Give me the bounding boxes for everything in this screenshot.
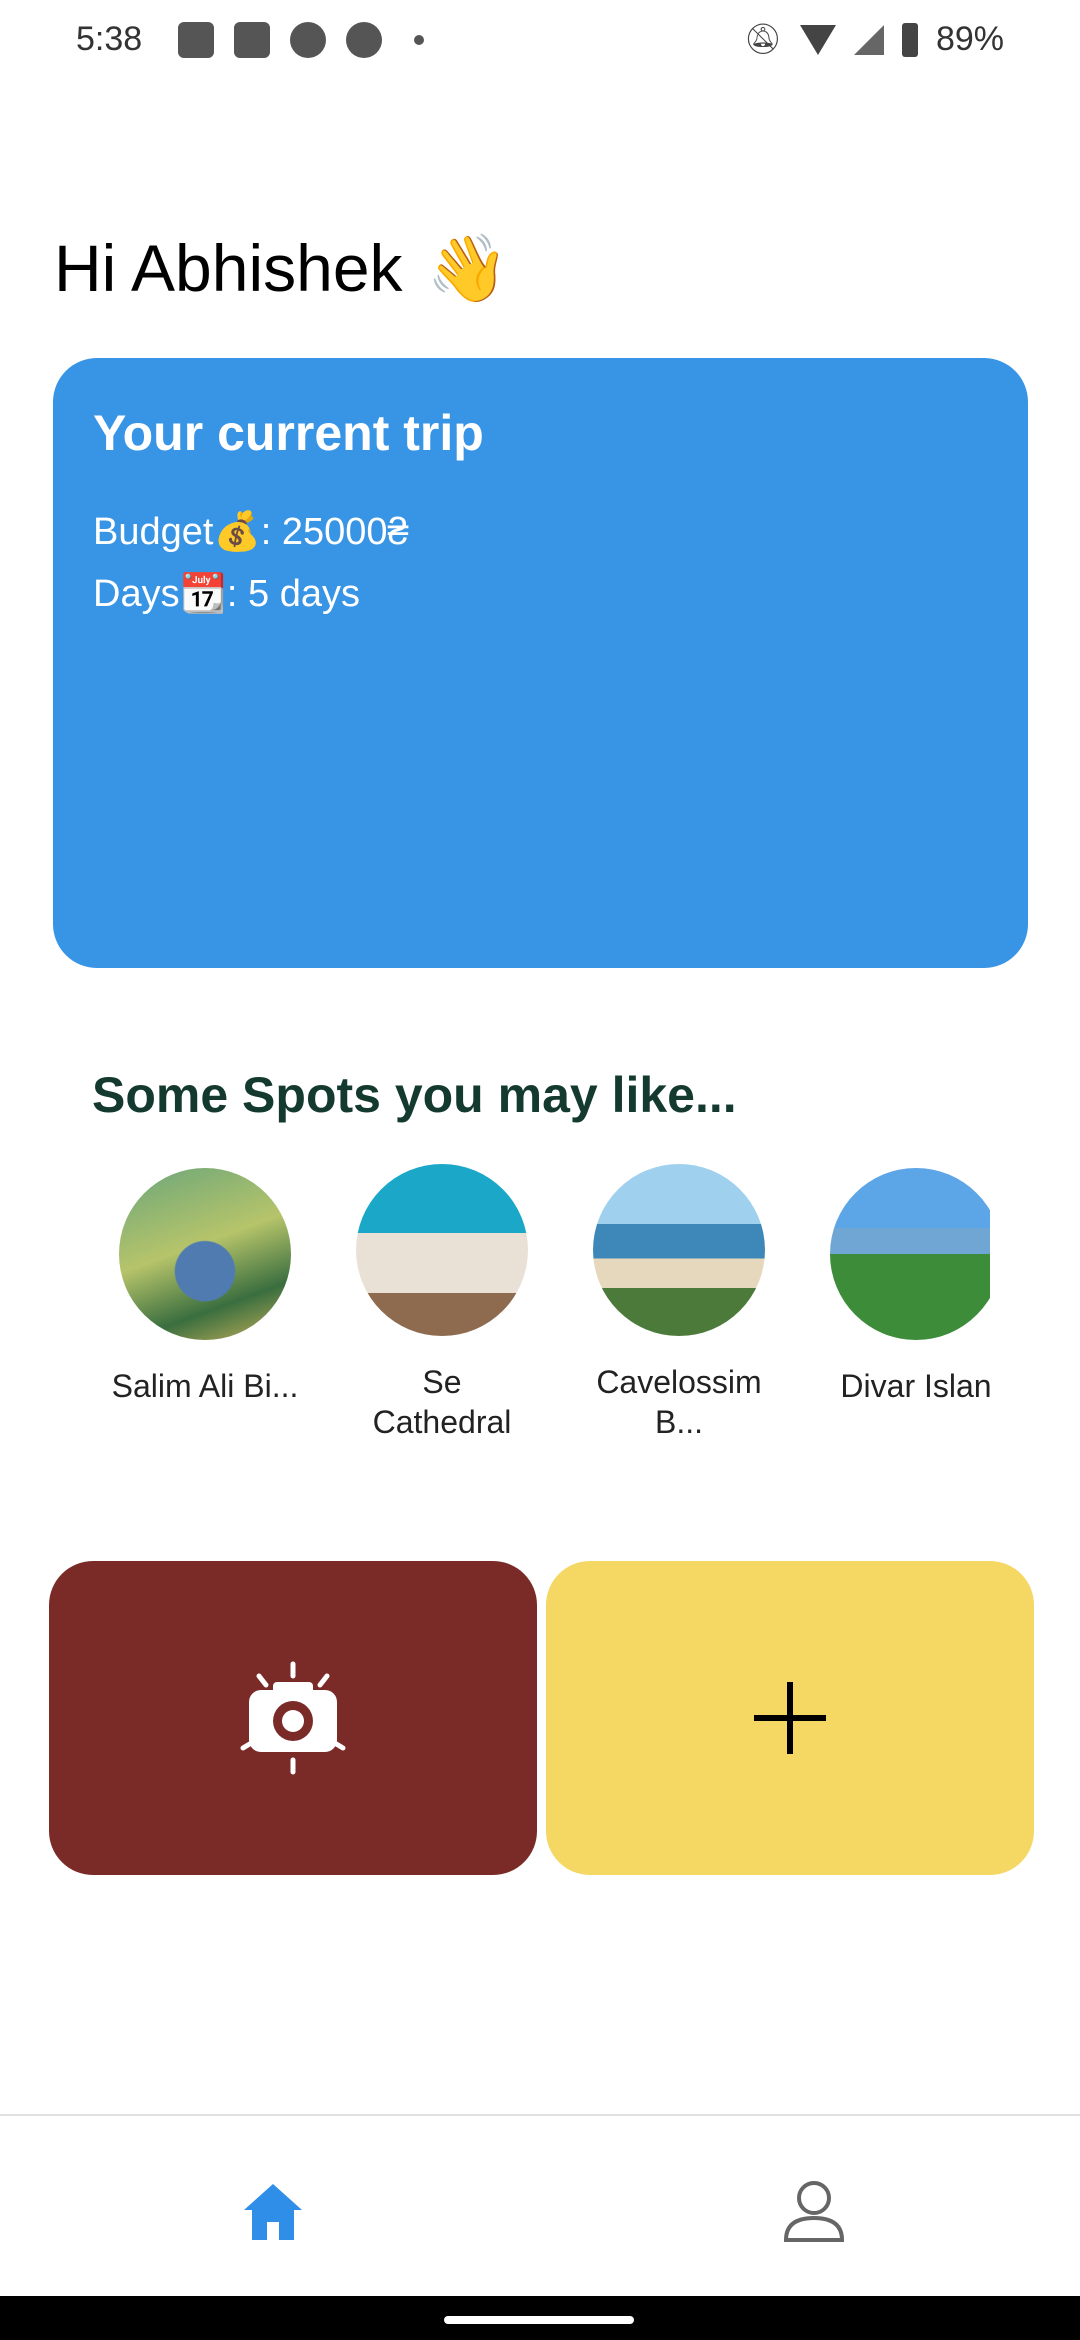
spots-carousel[interactable]: Salim Ali Bi... Se Cathedral Cavelossim … — [100, 1160, 990, 1460]
spot-thumbnail — [119, 1168, 291, 1340]
person-icon — [783, 2181, 845, 2242]
messages-icon — [234, 22, 270, 58]
home-icon — [244, 2184, 302, 2240]
trip-card-title: Your current trip — [93, 405, 484, 461]
greeting-text: Hi Abhishek — [54, 231, 403, 305]
app-icon — [290, 22, 326, 58]
nav-profile-tab[interactable] — [779, 2176, 849, 2246]
plus-icon — [754, 1682, 826, 1754]
spot-item[interactable]: Se Cathedral — [337, 1164, 547, 1442]
news-icon — [178, 22, 214, 58]
camera-icon — [240, 1661, 346, 1775]
notification-icons — [178, 22, 424, 58]
spot-item[interactable]: Divar Islan — [811, 1168, 990, 1406]
battery-percent: 89% — [935, 20, 1004, 58]
current-trip-card[interactable]: Your current trip Budget💰: 25000₴ Days📆:… — [53, 358, 1028, 968]
trip-budget: Budget💰: 25000₴ — [93, 511, 409, 553]
camera-button[interactable] — [49, 1561, 537, 1875]
spots-section-title: Some Spots you may like... — [92, 1067, 737, 1123]
spot-thumbnail — [356, 1164, 528, 1336]
spot-label: Se Cathedral — [372, 1364, 512, 1440]
spot-item[interactable]: Cavelossim B... — [574, 1164, 784, 1442]
system-icons: 🔕︎ 89% — [744, 20, 1004, 59]
spot-thumbnail — [830, 1168, 990, 1340]
greeting: Hi Abhishek 👋 — [54, 230, 509, 308]
spot-item[interactable]: Salim Ali Bi... — [100, 1168, 310, 1406]
add-trip-button[interactable] — [546, 1561, 1034, 1875]
spot-label: Cavelossim B... — [596, 1364, 762, 1440]
signal-icon — [853, 24, 884, 55]
mute-icon: 🔕︎ — [743, 23, 782, 56]
more-notifications-dot — [414, 35, 424, 45]
wifi-icon — [799, 24, 836, 55]
gesture-handle[interactable] — [444, 2316, 634, 2324]
spot-label: Divar Islan — [840, 1368, 990, 1404]
trip-days: Days📆: 5 days — [93, 573, 360, 615]
spotify-icon — [346, 22, 382, 58]
wave-emoji: 👋 — [426, 231, 509, 305]
status-bar: 5:38 🔕︎ 89% — [0, 0, 1080, 84]
status-time: 5:38 — [76, 20, 143, 58]
nav-home-tab[interactable] — [238, 2176, 308, 2246]
battery-icon — [901, 22, 918, 57]
spot-thumbnail — [593, 1164, 765, 1336]
spot-label: Salim Ali Bi... — [111, 1368, 299, 1404]
bottom-navigation — [0, 2114, 1080, 2296]
